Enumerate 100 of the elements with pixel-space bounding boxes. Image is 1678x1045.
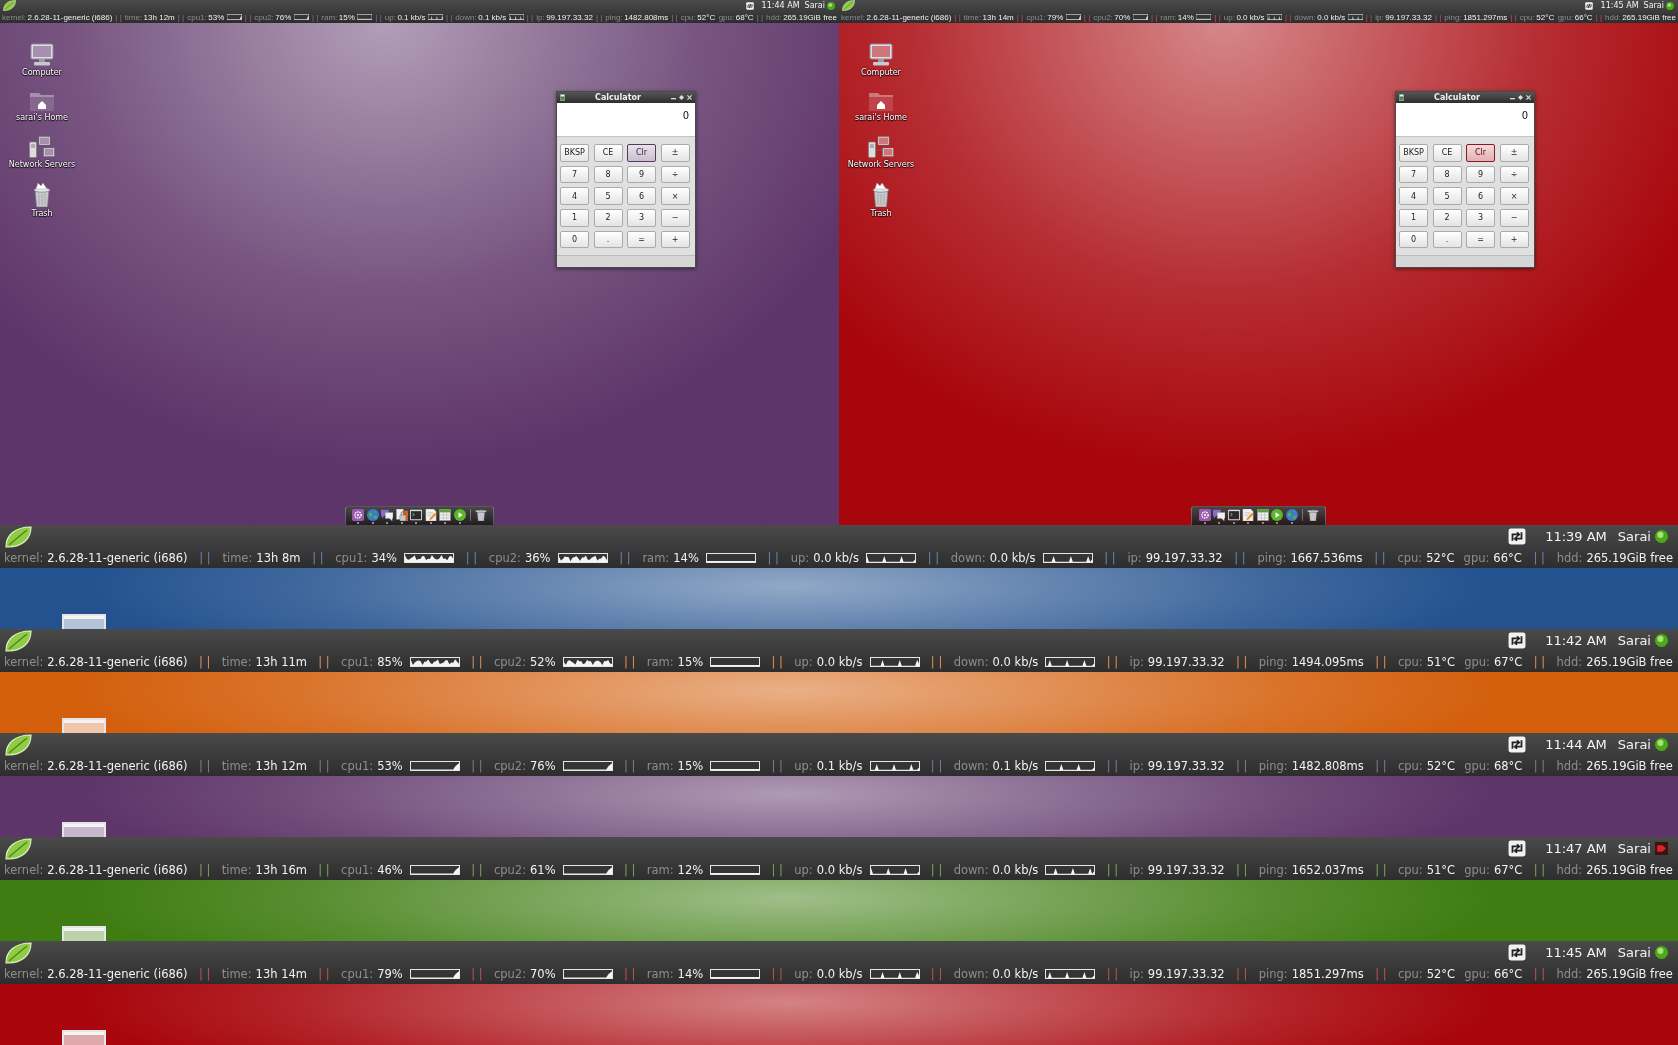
status-ball-icon[interactable]	[1655, 530, 1668, 543]
calculator-key[interactable]: 0	[560, 230, 589, 249]
calculator-key[interactable]: +	[660, 230, 690, 249]
pencil-page-icon[interactable]	[1242, 509, 1254, 521]
chat-bubbles-icon[interactable]	[381, 509, 394, 521]
terminal-icon[interactable]	[410, 509, 423, 521]
chat-bubbles-icon[interactable]	[1213, 509, 1225, 521]
calculator-key[interactable]: 1	[560, 209, 589, 227]
trash-icon[interactable]	[1306, 509, 1319, 521]
swap-arrows-icon[interactable]	[745, 1, 754, 10]
monitor-icon[interactable]	[30, 43, 54, 66]
leaf-icon[interactable]	[5, 525, 32, 548]
spreadsheet-icon[interactable]	[1256, 509, 1269, 521]
calculator-key[interactable]: 8	[593, 165, 623, 184]
status-ball-icon[interactable]	[1655, 634, 1668, 647]
calculator-key[interactable]: 9	[1466, 165, 1495, 184]
calculator-key[interactable]: −	[1499, 209, 1529, 227]
calculator-key[interactable]: .	[593, 230, 623, 249]
user-name[interactable]: Sarai	[1617, 945, 1651, 960]
close-icon[interactable]	[1526, 95, 1531, 100]
calculator-key[interactable]: 7	[1399, 165, 1428, 184]
calculator-key[interactable]: 6	[627, 187, 656, 205]
desktop-icon-label[interactable]: Network Servers	[847, 160, 915, 169]
calculator-key[interactable]: 5	[593, 187, 623, 205]
alert-icon[interactable]	[1655, 842, 1668, 855]
calculator-key[interactable]: 6	[1466, 187, 1495, 205]
calculator-key[interactable]: ÷	[1499, 165, 1529, 184]
calculator-key[interactable]: 7	[560, 165, 589, 184]
padlock-icon[interactable]	[395, 509, 408, 521]
leaf-icon[interactable]	[5, 837, 32, 860]
clock-time[interactable]: 11:44 AM	[1545, 737, 1607, 752]
clock-time[interactable]: 11:42 AM	[1545, 633, 1607, 648]
calculator-key[interactable]: −	[660, 209, 690, 227]
settings-icon[interactable]	[352, 509, 365, 521]
desktop-icon-label[interactable]: Computer	[861, 68, 901, 77]
swap-arrows-icon[interactable]	[1584, 1, 1593, 10]
desktop-icon-label[interactable]: Trash	[31, 209, 53, 218]
user-name[interactable]: Sarai	[1617, 529, 1651, 544]
calculator-key[interactable]: 3	[1466, 209, 1495, 227]
status-ball-icon[interactable]	[827, 1, 835, 10]
user-name[interactable]: Sarai	[804, 1, 825, 10]
trash-icon[interactable]	[871, 183, 891, 207]
leaf-icon[interactable]	[842, 0, 855, 11]
calculator-key[interactable]: ±	[1499, 144, 1529, 162]
leaf-icon[interactable]	[5, 733, 32, 756]
swap-arrows-icon[interactable]	[1508, 944, 1527, 961]
leaf-icon[interactable]	[5, 629, 32, 652]
calculator-key[interactable]: 2	[593, 209, 623, 227]
calculator-icon[interactable]	[560, 94, 565, 101]
globe-icon[interactable]	[366, 509, 379, 521]
user-name[interactable]: Sarai	[1617, 841, 1651, 856]
clock-time[interactable]: 11:45 AM	[1600, 1, 1639, 10]
calculator-icon[interactable]	[1399, 94, 1404, 101]
calculator-key[interactable]: +	[1499, 230, 1529, 249]
maximize-icon[interactable]	[1518, 95, 1523, 100]
calculator-key[interactable]: BKSP	[560, 144, 589, 162]
network-computers-icon[interactable]	[868, 136, 894, 158]
user-name[interactable]: Sarai	[1643, 1, 1664, 10]
calculator-key[interactable]: 5	[1432, 187, 1462, 205]
desktop-icon-label[interactable]: sarai's Home	[16, 113, 68, 122]
swap-arrows-icon[interactable]	[1508, 528, 1527, 545]
clock-time[interactable]: 11:39 AM	[1545, 529, 1607, 544]
clock-time[interactable]: 11:44 AM	[761, 1, 800, 10]
monitor-icon[interactable]	[869, 43, 893, 66]
calculator-key[interactable]: 4	[1399, 187, 1428, 205]
calculator-key[interactable]: CE	[1432, 144, 1462, 162]
calculator-key[interactable]: 0	[1399, 230, 1428, 249]
status-ball-icon[interactable]	[1655, 738, 1668, 751]
close-icon[interactable]	[687, 95, 692, 100]
minimize-icon[interactable]	[1510, 98, 1515, 100]
swap-arrows-icon[interactable]	[1508, 632, 1527, 649]
spreadsheet-icon[interactable]	[439, 509, 452, 521]
swap-arrows-icon[interactable]	[1508, 736, 1527, 753]
leaf-icon[interactable]	[5, 941, 32, 964]
desktop-icon-label[interactable]: Trash	[870, 209, 892, 218]
calculator-key[interactable]: 8	[1432, 165, 1462, 184]
home-folder-icon[interactable]	[30, 91, 54, 111]
calculator-key[interactable]: 9	[627, 165, 656, 184]
play-icon[interactable]	[453, 509, 466, 521]
network-computers-icon[interactable]	[29, 136, 55, 158]
status-ball-icon[interactable]	[1655, 946, 1668, 959]
calculator-key[interactable]: ×	[1499, 187, 1529, 205]
trash-icon[interactable]	[32, 183, 52, 207]
terminal-icon[interactable]	[1227, 509, 1240, 521]
desktop-icon-label[interactable]: Computer	[22, 68, 62, 77]
desktop-icon-label[interactable]: sarai's Home	[855, 113, 907, 122]
desktop-icon-label[interactable]: Network Servers	[8, 160, 76, 169]
trash-icon[interactable]	[474, 509, 487, 521]
calculator-key[interactable]: .	[1432, 230, 1462, 249]
calculator-key[interactable]: ±	[660, 144, 690, 162]
calculator-key[interactable]: 2	[1432, 209, 1462, 227]
pencil-page-icon[interactable]	[424, 509, 437, 521]
calculator-key[interactable]: 1	[1399, 209, 1428, 227]
swap-arrows-icon[interactable]	[1508, 840, 1527, 857]
calculator-key[interactable]: =	[627, 230, 656, 249]
settings-icon[interactable]	[1198, 509, 1211, 521]
globe-icon[interactable]	[1285, 509, 1298, 521]
calculator-key[interactable]: 4	[560, 187, 589, 205]
calculator-key[interactable]: ×	[660, 187, 690, 205]
minimize-icon[interactable]	[671, 98, 676, 100]
